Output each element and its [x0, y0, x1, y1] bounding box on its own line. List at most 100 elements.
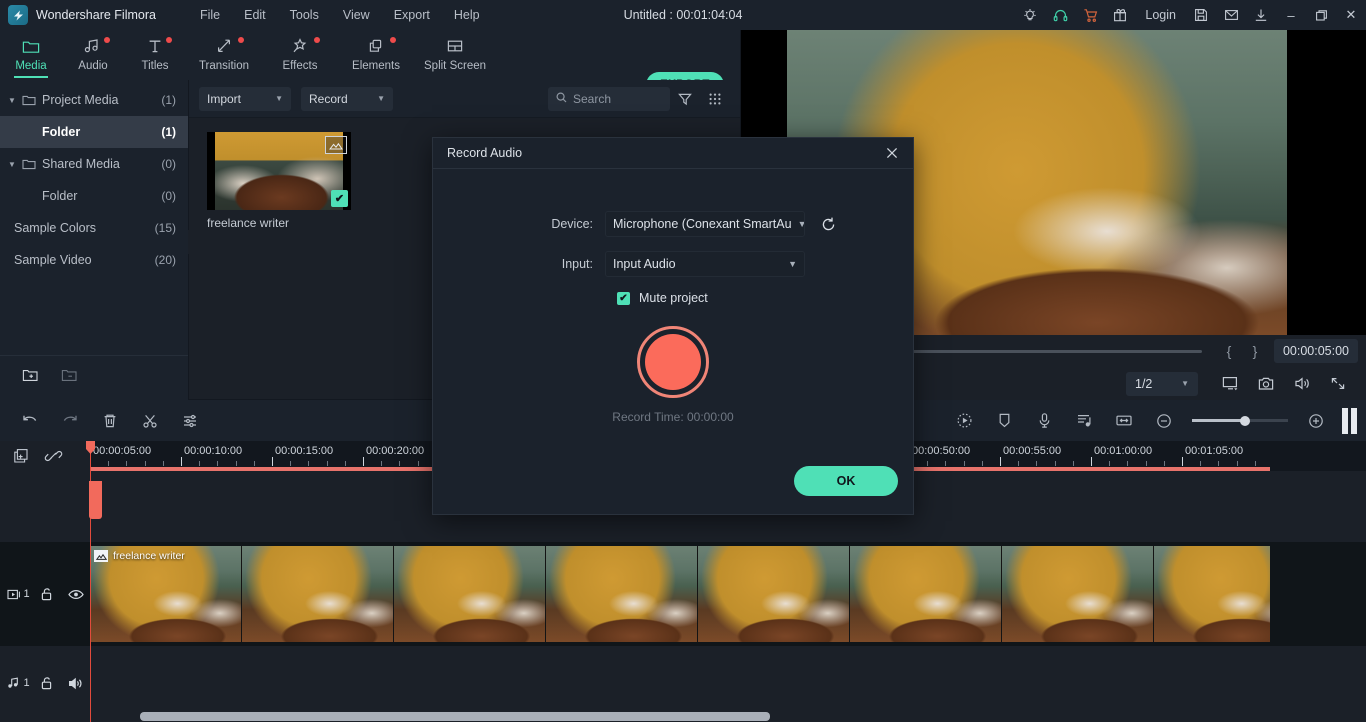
save-icon[interactable] [1186, 0, 1216, 30]
eye-icon[interactable] [61, 589, 90, 600]
audio-mixer-icon[interactable] [1064, 400, 1104, 441]
slider-knob[interactable] [1240, 416, 1250, 426]
media-item[interactable]: ✔ freelance writer [207, 132, 351, 230]
new-badge-dot [238, 37, 244, 43]
timeline-playhead[interactable] [90, 441, 91, 722]
folder-icon [22, 158, 42, 170]
zoom-in-icon[interactable] [1296, 400, 1336, 441]
ruler-minor-tick [345, 461, 346, 466]
ruler-label: 00:00:55:00 [1003, 445, 1061, 457]
scissors-icon[interactable] [130, 400, 170, 441]
timeline-zoom-slider[interactable] [1192, 419, 1288, 422]
import-dropdown[interactable]: Import ▼ [199, 87, 291, 111]
menu-view[interactable]: View [331, 4, 382, 26]
media-thumbnail[interactable]: ✔ [207, 132, 351, 210]
mail-icon[interactable] [1216, 0, 1246, 30]
menu-file[interactable]: File [188, 4, 232, 26]
ok-button[interactable]: OK [794, 466, 898, 496]
display-settings-icon[interactable] [1212, 369, 1248, 399]
tab-media[interactable]: Media [0, 30, 62, 80]
menu-edit[interactable]: Edit [232, 4, 278, 26]
input-select[interactable]: Input Audio ▼ [605, 251, 805, 277]
zoom-out-icon[interactable] [1144, 400, 1184, 441]
menu-bar: File Edit Tools View Export Help [188, 4, 492, 26]
chevron-down-icon[interactable]: ▼ [8, 160, 22, 169]
gift-icon[interactable] [1105, 0, 1135, 30]
ruler-label: 00:01:05:00 [1185, 445, 1243, 457]
pause-icon[interactable] [1336, 400, 1362, 441]
tab-elements[interactable]: Elements [338, 30, 414, 80]
record-dropdown[interactable]: Record ▼ [301, 87, 393, 111]
tab-titles[interactable]: Titles [124, 30, 186, 80]
mark-out-button[interactable]: } [1242, 338, 1268, 364]
menu-help[interactable]: Help [442, 4, 492, 26]
chevron-down-icon: ▼ [782, 259, 797, 269]
volume-icon[interactable] [1284, 369, 1320, 399]
close-icon[interactable] [881, 142, 903, 164]
ruler-minor-tick [199, 461, 200, 466]
sidebar-item-folder-project[interactable]: Folder (1) [0, 116, 188, 148]
headphone-support-icon[interactable] [1045, 0, 1075, 30]
menu-export[interactable]: Export [382, 4, 442, 26]
timeline-horizontal-scrollbar[interactable] [140, 712, 770, 721]
ruler-minor-tick [418, 461, 419, 466]
tab-audio[interactable]: Audio [62, 30, 124, 80]
sidebar-item-sample-video[interactable]: Sample Video (20) [0, 244, 188, 276]
render-preview-icon[interactable] [944, 400, 984, 441]
marker-icon[interactable] [984, 400, 1024, 441]
close-button[interactable]: ✕ [1336, 0, 1366, 30]
snapshot-camera-icon[interactable] [1248, 369, 1284, 399]
fullscreen-icon[interactable] [1320, 369, 1356, 399]
media-item-label: freelance writer [207, 216, 351, 230]
login-button[interactable]: Login [1135, 0, 1186, 30]
filter-icon[interactable] [670, 84, 700, 114]
audio-track-row [0, 646, 1366, 722]
sidebar-item-shared-media[interactable]: ▼ Shared Media (0) [0, 148, 188, 180]
chevron-down-icon[interactable]: ▼ [8, 96, 22, 105]
search-input[interactable]: Search [548, 87, 670, 111]
download-icon[interactable] [1246, 0, 1276, 30]
shopping-cart-icon[interactable] [1075, 0, 1105, 30]
ruler-minor-tick [308, 461, 309, 466]
unlock-icon[interactable] [32, 676, 61, 690]
speaker-icon[interactable] [61, 677, 90, 690]
sidebar-item-project-media[interactable]: ▼ Project Media (1) [0, 84, 188, 116]
add-track-icon[interactable] [6, 445, 36, 467]
tab-elements-label: Elements [352, 60, 400, 72]
adjust-sliders-icon[interactable] [170, 400, 210, 441]
voiceover-microphone-icon[interactable] [1024, 400, 1064, 441]
maximize-button[interactable] [1306, 0, 1336, 30]
input-label: Input: [433, 257, 605, 271]
record-button[interactable] [637, 326, 709, 398]
tool-tabs: Media Audio Titles Tra [0, 30, 740, 80]
unlock-icon[interactable] [32, 587, 61, 601]
timeline-clip[interactable]: freelance writer [90, 546, 1270, 642]
minimize-button[interactable]: – [1276, 0, 1306, 30]
undo-icon[interactable] [10, 400, 50, 441]
ruler-major-tick [272, 457, 273, 466]
tab-effects[interactable]: Effects [262, 30, 338, 80]
preview-timecode[interactable]: 00:00:05:00 [1274, 339, 1358, 363]
device-select[interactable]: Microphone (Conexant SmartAu ▼ [605, 211, 805, 237]
delete-icon[interactable] [90, 400, 130, 441]
ruler-minor-tick [126, 461, 127, 466]
sidebar-item-folder-shared[interactable]: Folder (0) [0, 180, 188, 212]
add-folder-icon[interactable] [22, 368, 39, 388]
refresh-icon[interactable] [813, 211, 843, 237]
tab-audio-label: Audio [78, 60, 107, 72]
link-clips-icon[interactable] [38, 445, 68, 467]
mark-in-button[interactable]: { [1216, 338, 1242, 364]
dialog-title: Record Audio [447, 146, 522, 160]
redo-icon[interactable] [50, 400, 90, 441]
tips-lightbulb-icon[interactable] [1015, 0, 1045, 30]
grid-view-icon[interactable] [700, 84, 730, 114]
tab-split-screen[interactable]: Split Screen [414, 30, 496, 80]
tab-transition[interactable]: Transition [186, 30, 262, 80]
fit-to-timeline-icon[interactable] [1104, 400, 1144, 441]
remove-folder-icon[interactable] [61, 368, 78, 388]
mute-project-checkbox[interactable]: ✔ [617, 292, 630, 305]
preview-quality-dropdown[interactable]: 1/2 ▼ [1126, 372, 1198, 396]
sidebar-item-sample-colors[interactable]: Sample Colors (15) [0, 212, 188, 244]
menu-tools[interactable]: Tools [278, 4, 331, 26]
mute-project-row[interactable]: ✔ Mute project [617, 291, 913, 305]
